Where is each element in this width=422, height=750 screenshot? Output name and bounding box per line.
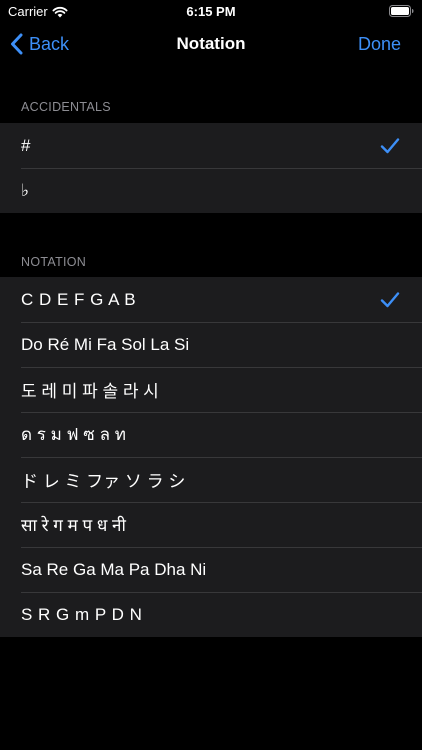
notation-label: C D E F G A B [21,289,137,309]
notation-option-sargam-short[interactable]: S R G m P D N [0,592,422,637]
notation-option-thai[interactable]: ด ร ม ฟ ซ ล ท [0,412,422,457]
checkmark-icon [380,291,400,307]
notation-label: ด ร ม ฟ ซ ล ท [21,425,126,444]
notation-label: Do Ré Mi Fa Sol La Si [21,334,190,354]
accidental-option-sharp[interactable]: # [0,123,422,168]
notation-label: Sa Re Ga Ma Pa Dha Ni [21,559,207,579]
notation-section-header: NOTATION [21,255,87,269]
battery-icon [389,5,414,17]
notation-option-devanagari[interactable]: सा रे ग म प ध नी [0,502,422,547]
checkmark-icon [380,137,400,153]
notation-option-korean[interactable]: 도 레 미 파 솔 라 시 [0,367,422,412]
accidental-label: # [21,135,31,155]
status-time: 6:15 PM [186,4,236,19]
notation-list: C D E F G A B Do Ré Mi Fa Sol La Si 도 레 … [0,277,422,637]
status-bar: Carrier 6:15 PM [0,0,422,22]
navigation-bar: Back Notation Done [0,22,422,66]
notation-option-sargam[interactable]: Sa Re Ga Ma Pa Dha Ni [0,547,422,592]
notation-label: S R G m P D N [21,604,143,624]
accidentals-list: # ♭ [0,123,422,213]
notation-option-letters[interactable]: C D E F G A B [0,277,422,322]
accidental-label: ♭ [21,180,30,200]
notation-label: ド レ ミ ファ ソ ラ シ [21,472,186,491]
accidentals-section-header: ACCIDENTALS [21,100,111,114]
notation-label: सा रे ग म प ध नी [21,516,126,535]
notation-option-solfege-latin[interactable]: Do Ré Mi Fa Sol La Si [0,322,422,367]
notation-option-japanese[interactable]: ド レ ミ ファ ソ ラ シ [0,457,422,502]
notation-label: 도 레 미 파 솔 라 시 [21,382,159,401]
accidental-option-flat[interactable]: ♭ [0,168,422,213]
done-button[interactable]: Done [358,22,401,66]
